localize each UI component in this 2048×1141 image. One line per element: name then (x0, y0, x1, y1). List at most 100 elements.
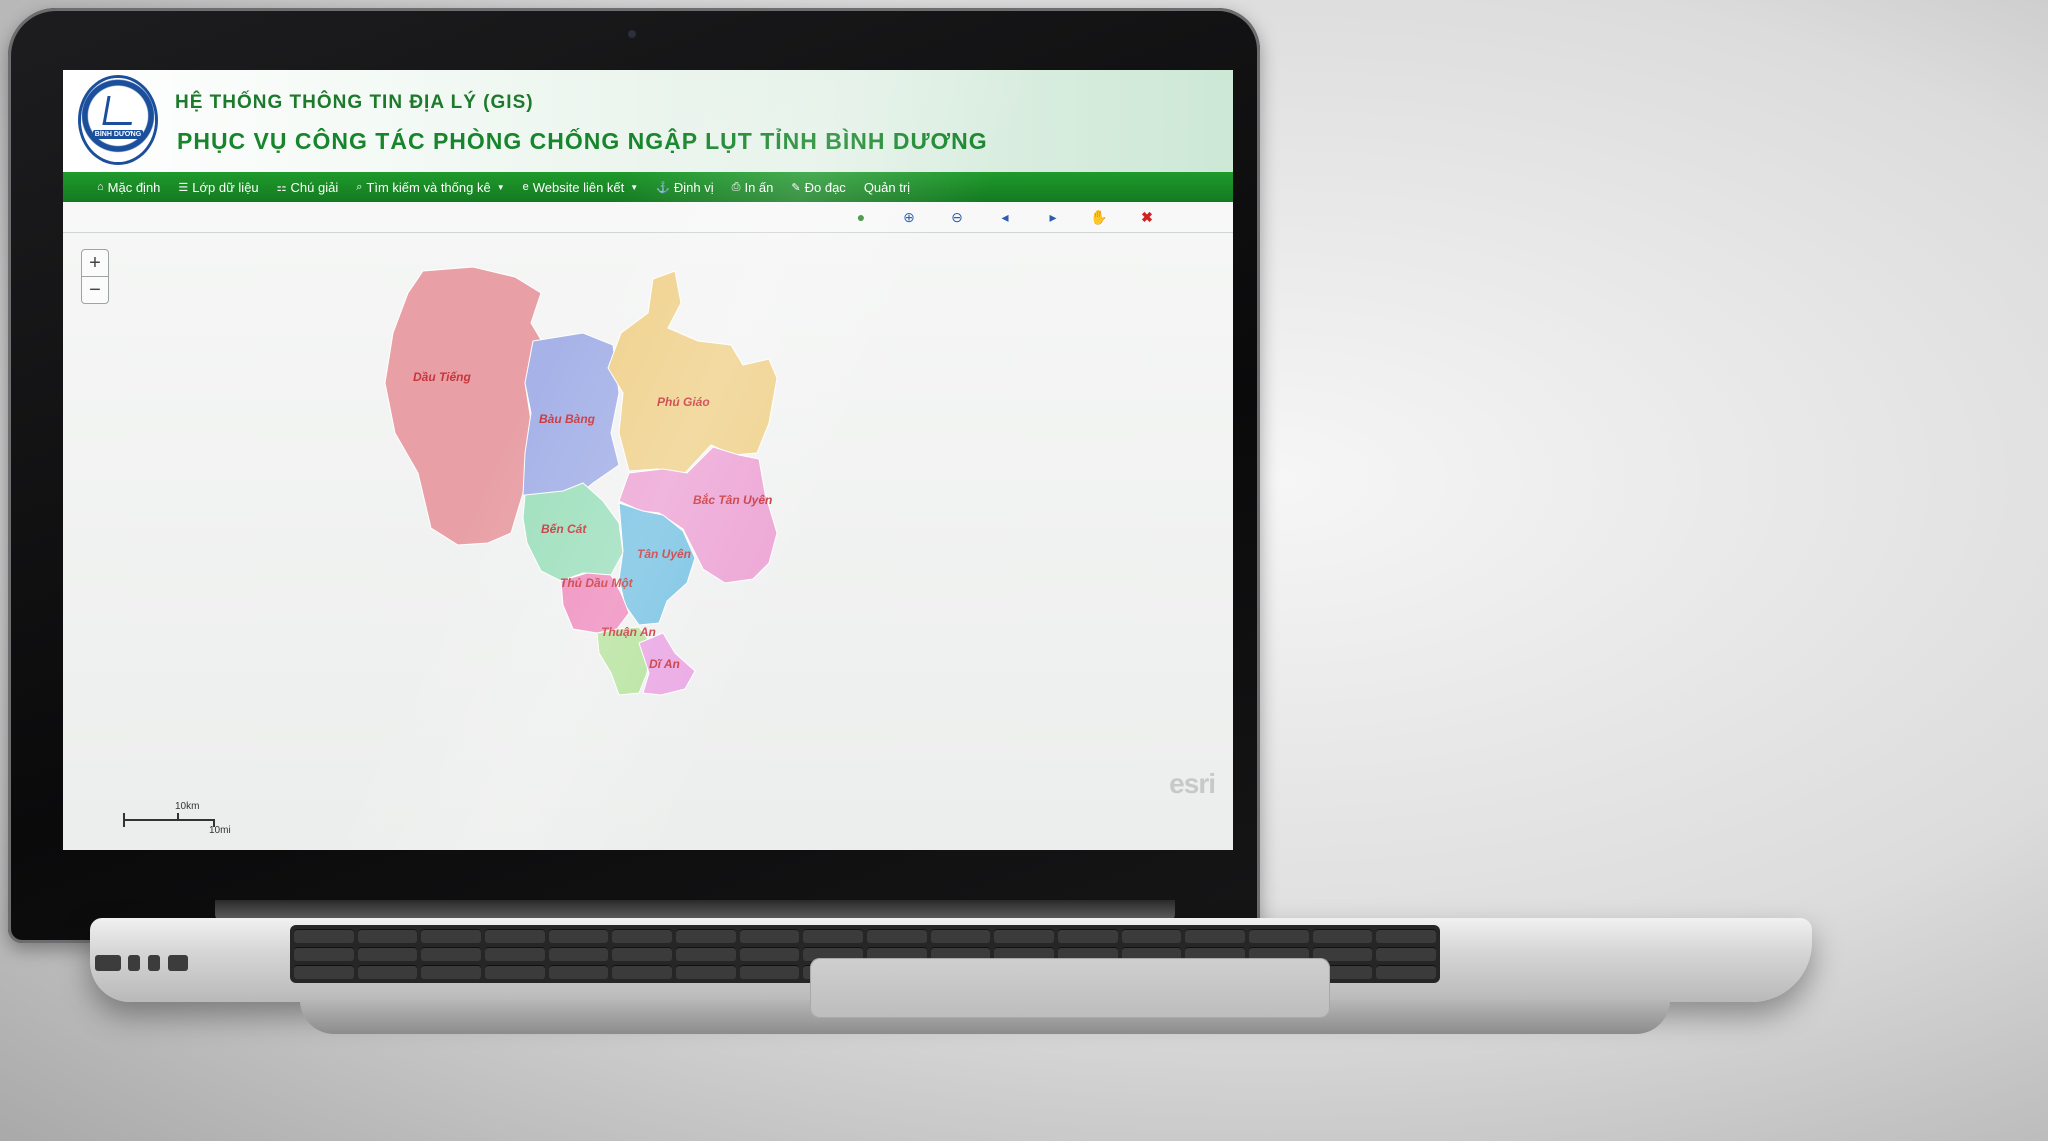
keyboard-key (357, 947, 418, 961)
district-ben-cat[interactable]: Bến Cát (522, 482, 624, 582)
menu-label: Quản trị (863, 179, 911, 195)
district-label: Bắc Tân Uyên (693, 492, 772, 507)
menu-label: Mặc định (107, 179, 161, 195)
district-dau-tieng[interactable]: Dầu Tiếng (384, 266, 544, 546)
keyboard-key (1376, 929, 1436, 943)
keyboard-key (548, 965, 609, 979)
search-icon: ⌕ (356, 180, 363, 193)
keyboard-key (357, 929, 418, 943)
map-view[interactable]: + − Dầu Tiếng Bàu Bàng Phú Giáo Bắc Tân (63, 233, 1233, 850)
home-icon: ⌂ (97, 181, 104, 193)
keyboard-key (739, 947, 800, 961)
map-toolbar: ● ⊕ ⊖ ◂ ▸ ✋ ✖ (63, 202, 1233, 233)
menu-item-layers[interactable]: ☰ Lớp dữ liệu (178, 180, 258, 195)
link-icon: e (522, 181, 529, 193)
district-label: Dầu Tiếng (413, 370, 471, 384)
keyboard-key (930, 929, 991, 943)
zoom-next-icon[interactable]: ▸ (1043, 207, 1063, 227)
menu-label: Chú giải (290, 179, 339, 195)
keyboard-key (1376, 947, 1436, 961)
port (168, 955, 188, 971)
menu-item-website-links[interactable]: e Website liên kết ▼ (523, 180, 639, 195)
close-icon[interactable]: ✖ (1137, 207, 1157, 227)
zoom-out-icon[interactable]: ⊖ (947, 207, 967, 227)
keyboard-key (421, 929, 481, 943)
app-header: BÌNH DƯƠNG HỆ THỐNG THÔNG TIN ĐỊA LÝ (GI… (63, 70, 1233, 172)
keyboard-key (421, 947, 481, 961)
pan-icon[interactable]: ✋ (1089, 207, 1109, 227)
keyboard-key (612, 947, 672, 961)
keyboard-key (739, 965, 800, 979)
zoom-in-icon[interactable]: ⊕ (899, 207, 919, 227)
globe-icon[interactable]: ● (851, 207, 871, 227)
district-thu-dau-mot[interactable]: Thủ Dầu Một (560, 572, 634, 634)
chevron-down-icon: ▼ (630, 182, 639, 192)
menu-label: Website liên kết (532, 179, 625, 195)
keyboard-key (357, 965, 418, 979)
province-map: Dầu Tiếng Bàu Bàng Phú Giáo Bắc Tân Uyên… (384, 266, 778, 696)
menu-item-legend[interactable]: ⚏ Chú giải (277, 180, 339, 195)
menu-item-locate[interactable]: ⚓ Định vị (656, 180, 713, 195)
district-label: Phú Giáo (657, 395, 710, 409)
district-label: Bàu Bàng (539, 412, 596, 426)
keyboard-key (1058, 929, 1118, 943)
district-phu-giao[interactable]: Phú Giáo (607, 270, 778, 474)
laptop-lid: BÌNH DƯƠNG HỆ THỐNG THÔNG TIN ĐỊA LÝ (GI… (8, 8, 1260, 943)
binh-duong-logo: BÌNH DƯƠNG (81, 78, 155, 162)
district-label: Thủ Dầu Một (560, 576, 634, 590)
scale-km-label: 10km (175, 801, 200, 812)
keyboard-key (1312, 929, 1373, 943)
menu-item-default[interactable]: ⌂ Mặc định (97, 180, 160, 195)
keyboard-key (294, 947, 354, 961)
locate-icon: ⚓ (656, 181, 670, 194)
app-title-line2: PHỤC VỤ CÔNG TÁC PHÒNG CHỐNG NGẬP LỤT TỈ… (177, 128, 988, 154)
menu-label: Định vị (673, 179, 714, 195)
keyboard-key (294, 965, 354, 979)
keyboard-key (548, 947, 609, 961)
menu-label: In ấn (744, 179, 774, 195)
port (95, 955, 121, 971)
keyboard-key (676, 965, 736, 979)
keyboard-key (739, 929, 800, 943)
trackpad (810, 958, 1330, 1018)
webcam (628, 30, 636, 38)
logo-text: BÌNH DƯƠNG (93, 130, 143, 139)
menu-item-admin[interactable]: Quản trị (864, 180, 910, 195)
keyboard-key (1249, 929, 1309, 943)
keyboard-key (612, 929, 672, 943)
keyboard-key (485, 947, 545, 961)
keyboard-key (485, 965, 545, 979)
screen: BÌNH DƯƠNG HỆ THỐNG THÔNG TIN ĐỊA LÝ (GI… (63, 70, 1233, 850)
keyboard-key (421, 965, 481, 979)
zoom-prev-icon[interactable]: ◂ (995, 207, 1015, 227)
keyboard-key (612, 965, 672, 979)
ruler-icon: ✎ (791, 181, 801, 194)
menu-item-print[interactable]: ⎙ In ấn (732, 180, 774, 195)
legend-icon: ⚏ (276, 181, 287, 194)
district-label: Thuận An (601, 625, 656, 639)
scale-bar: 10km 10mi (123, 801, 231, 836)
keyboard-key (676, 929, 736, 943)
keyboard-key (676, 947, 736, 961)
district-di-an[interactable]: Dĩ An (638, 632, 696, 696)
main-menu-bar: ⌂ Mặc định ☰ Lớp dữ liệu ⚏ Chú giải ⌕ Tì… (63, 172, 1233, 202)
app-title-line1: HỆ THỐNG THÔNG TIN ĐỊA LÝ (GIS) (175, 92, 534, 113)
keyboard-key (294, 929, 354, 943)
keyboard-key (1121, 929, 1182, 943)
keyboard-key (867, 929, 927, 943)
keyboard-key (485, 929, 545, 943)
port (128, 955, 140, 971)
esri-logo: esri (1169, 768, 1216, 799)
district-label: Bến Cát (541, 522, 587, 536)
menu-label: Tìm kiếm và thống kê (366, 179, 491, 195)
menu-item-measure[interactable]: ✎ Đo đạc (791, 180, 845, 195)
district-bau-bang[interactable]: Bàu Bàng (522, 332, 620, 506)
keyboard-key (1376, 965, 1436, 979)
port (148, 955, 160, 971)
chevron-down-icon: ▼ (496, 182, 505, 192)
print-icon: ⎙ (731, 180, 741, 193)
keyboard-key (994, 929, 1054, 943)
keyboard-key (803, 929, 863, 943)
menu-item-search-stats[interactable]: ⌕ Tìm kiếm và thống kê ▼ (356, 180, 504, 195)
district-label: Dĩ An (649, 657, 680, 671)
